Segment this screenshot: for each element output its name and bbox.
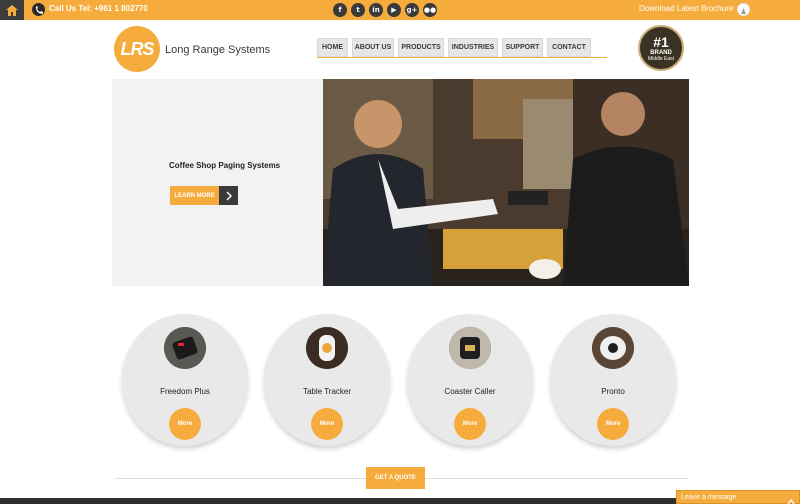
nav-home[interactable]: HOME — [317, 38, 348, 57]
brochure-icon[interactable] — [737, 3, 750, 16]
nav-support[interactable]: SUPPORT — [502, 38, 543, 57]
top-bar: Call Us Tel: +961 1 802770 f t in ▶ g+ ●… — [0, 0, 800, 20]
main-nav: HOME ABOUT US PRODUCTS INDUSTRIES SUPPOR… — [317, 38, 591, 57]
googleplus-icon[interactable]: g+ — [405, 3, 419, 17]
phone-icon — [32, 3, 45, 16]
product-name: Freedom Plus — [160, 387, 210, 396]
product-card-table-tracker: Table Tracker More — [264, 314, 390, 446]
product-name: Pronto — [601, 387, 625, 396]
badge-label: BRAND — [650, 49, 672, 56]
hero-image — [323, 79, 689, 286]
learn-more-button[interactable]: LEARN MORE — [170, 186, 219, 205]
product-image — [306, 327, 348, 369]
download-brochure-link[interactable]: Download Latest Brochure — [639, 4, 733, 13]
hero-panel — [112, 79, 323, 286]
twitter-icon[interactable]: t — [351, 3, 365, 17]
product-image — [164, 327, 206, 369]
more-button[interactable]: More — [454, 408, 486, 440]
product-name: Coaster Caller — [444, 387, 496, 396]
chat-label: Leave a message — [681, 493, 737, 501]
hero-title: Coffee Shop Paging Systems — [169, 161, 281, 170]
home-icon[interactable] — [0, 0, 24, 20]
arrow-right-icon[interactable] — [219, 186, 238, 205]
product-card-coaster-caller: Coaster Caller More — [407, 314, 533, 446]
linkedin-icon[interactable]: in — [369, 3, 383, 17]
product-name: Table Tracker — [302, 387, 352, 396]
product-image — [449, 327, 491, 369]
nav-industries[interactable]: INDUSTRIES — [448, 38, 498, 57]
badge-rank: #1 — [653, 33, 669, 50]
number-one-brand-badge: #1 BRAND Middle East — [638, 25, 684, 71]
nav-products[interactable]: PRODUCTS — [398, 38, 444, 57]
badge-sub: Middle East — [647, 55, 675, 62]
get-a-quote-button[interactable]: GET A QUOTE — [366, 467, 425, 489]
nav-underline — [317, 57, 607, 58]
phone-number: Call Us Tel: +961 1 802770 — [49, 4, 148, 13]
youtube-icon[interactable]: ▶ — [387, 3, 401, 17]
more-button[interactable]: More — [169, 408, 201, 440]
nav-contact[interactable]: CONTACT — [547, 38, 591, 57]
chevron-up-icon[interactable] — [787, 493, 795, 504]
facebook-icon[interactable]: f — [333, 3, 347, 17]
product-image — [592, 327, 634, 369]
more-button[interactable]: More — [597, 408, 629, 440]
company-name: Long Range Systems — [165, 44, 271, 56]
leave-message-widget[interactable]: Leave a message — [676, 490, 800, 504]
flickr-icon[interactable]: ●● — [423, 3, 437, 17]
product-card-freedom-plus: Freedom Plus More — [122, 314, 248, 446]
more-button[interactable]: More — [311, 408, 343, 440]
logo[interactable]: LRS — [114, 26, 160, 72]
logo-mark: LRS — [120, 38, 155, 59]
product-card-pronto: Pronto More — [550, 314, 676, 446]
social-links: f t in ▶ g+ ●● — [333, 3, 437, 17]
nav-about-us[interactable]: ABOUT US — [352, 38, 394, 57]
